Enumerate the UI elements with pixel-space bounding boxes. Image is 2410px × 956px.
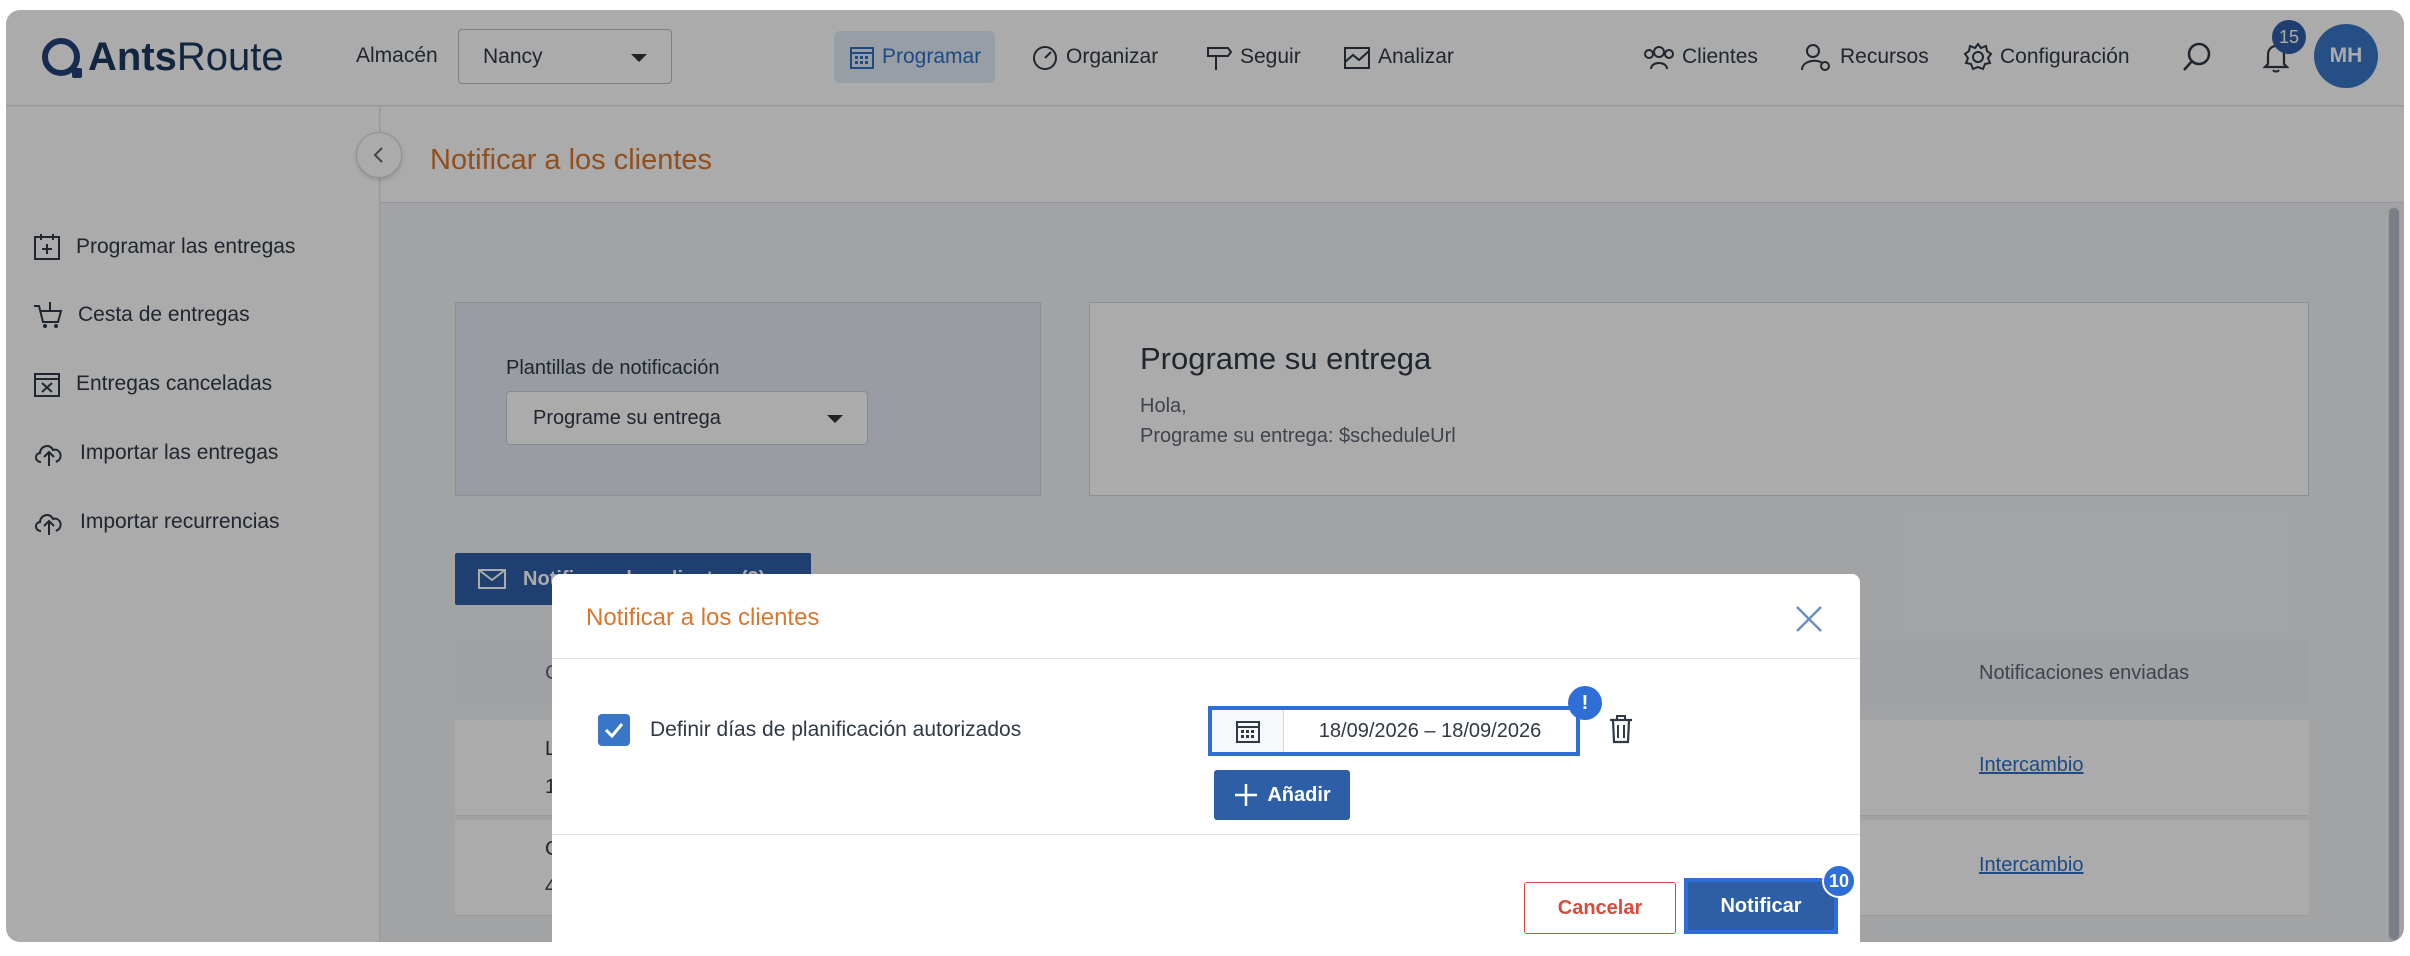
notify-modal: Notificar a los clientes Definir días de… bbox=[552, 574, 1860, 942]
divider bbox=[552, 834, 1860, 835]
app-window: Ants Route Almacén Nancy Programar Organi… bbox=[6, 10, 2404, 942]
calendar-icon bbox=[1235, 721, 1260, 743]
cancel-button[interactable]: Cancelar bbox=[1524, 882, 1676, 934]
step-badge: 10 bbox=[1822, 864, 1856, 898]
authorized-days-checkbox[interactable] bbox=[598, 714, 630, 746]
add-label: Añadir bbox=[1267, 783, 1331, 806]
alert-badge: ! bbox=[1568, 686, 1602, 720]
close-icon bbox=[1796, 606, 1822, 632]
add-range-button[interactable]: Añadir bbox=[1214, 770, 1350, 820]
notify-button[interactable]: Notificar bbox=[1682, 876, 1840, 936]
trash-icon bbox=[1610, 715, 1632, 744]
delete-range-button[interactable] bbox=[1608, 714, 1634, 749]
date-range-picker[interactable]: 18/09/2026 – 18/09/2026 bbox=[1208, 706, 1580, 756]
modal-title: Notificar a los clientes bbox=[586, 604, 820, 631]
close-button[interactable] bbox=[1794, 604, 1824, 639]
calendar-button[interactable] bbox=[1212, 710, 1284, 752]
checkbox-label: Definir días de planificación autorizado… bbox=[650, 718, 1022, 741]
checkmark-icon bbox=[604, 723, 624, 739]
divider bbox=[552, 658, 1860, 659]
date-range-value: 18/09/2026 – 18/09/2026 bbox=[1318, 719, 1542, 742]
plus-icon bbox=[1235, 784, 1258, 806]
